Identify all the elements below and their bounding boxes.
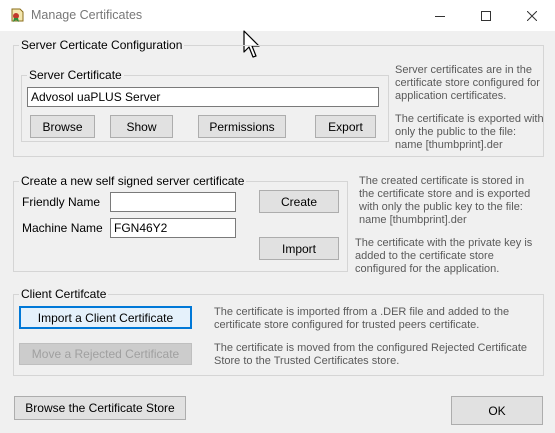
- browse-certificate-store-button[interactable]: Browse the Certificate Store: [14, 396, 186, 420]
- create-button[interactable]: Create: [259, 190, 339, 213]
- import-client-certificate-label: Import a Client Certificate: [37, 310, 174, 325]
- window-title: Manage Certificates: [31, 8, 143, 22]
- title-bar[interactable]: Manage Certificates: [0, 0, 555, 31]
- import-button[interactable]: Import: [259, 237, 339, 260]
- close-button[interactable]: [509, 0, 555, 31]
- create-info: The created certificate is stored in the…: [359, 175, 531, 226]
- machine-name-label: Machine Name: [22, 221, 103, 235]
- browse-button[interactable]: Browse: [30, 115, 95, 138]
- ok-button[interactable]: OK: [451, 396, 543, 425]
- certificate-app-icon: [9, 7, 25, 23]
- close-icon: [527, 10, 537, 21]
- server-config-legend: Server Certicate Configuration: [21, 38, 183, 52]
- export-button[interactable]: Export: [315, 115, 376, 138]
- import-info: The certificate with the private key is …: [355, 237, 533, 275]
- import-client-certificate-button[interactable]: Import a Client Certificate: [19, 306, 192, 329]
- permissions-button[interactable]: Permissions: [198, 115, 286, 138]
- server-certificate-info: Server certificates are in the certifica…: [395, 64, 540, 102]
- minimize-icon: [435, 11, 445, 21]
- self-signed-legend: Create a new self signed server certific…: [21, 174, 245, 188]
- move-rejected-certificate-button[interactable]: Move a Rejected Certificate: [19, 343, 192, 365]
- client-certificate-legend: Client Certifcate: [21, 287, 107, 301]
- show-button[interactable]: Show: [110, 115, 173, 138]
- move-rejected-info: The certificate is moved from the config…: [214, 342, 528, 367]
- server-certificate-field[interactable]: [27, 87, 379, 107]
- server-certificate-legend: Server Certificate: [29, 68, 122, 82]
- import-client-info: The certificate is imported ffrom a .DER…: [214, 306, 510, 331]
- machine-name-input[interactable]: [110, 218, 236, 238]
- friendly-name-label: Friendly Name: [22, 195, 101, 209]
- friendly-name-input[interactable]: [110, 192, 236, 212]
- maximize-button[interactable]: [463, 0, 509, 31]
- export-info: The certificate is exported with only th…: [395, 113, 544, 151]
- minimize-button[interactable]: [417, 0, 463, 31]
- maximize-icon: [481, 10, 491, 21]
